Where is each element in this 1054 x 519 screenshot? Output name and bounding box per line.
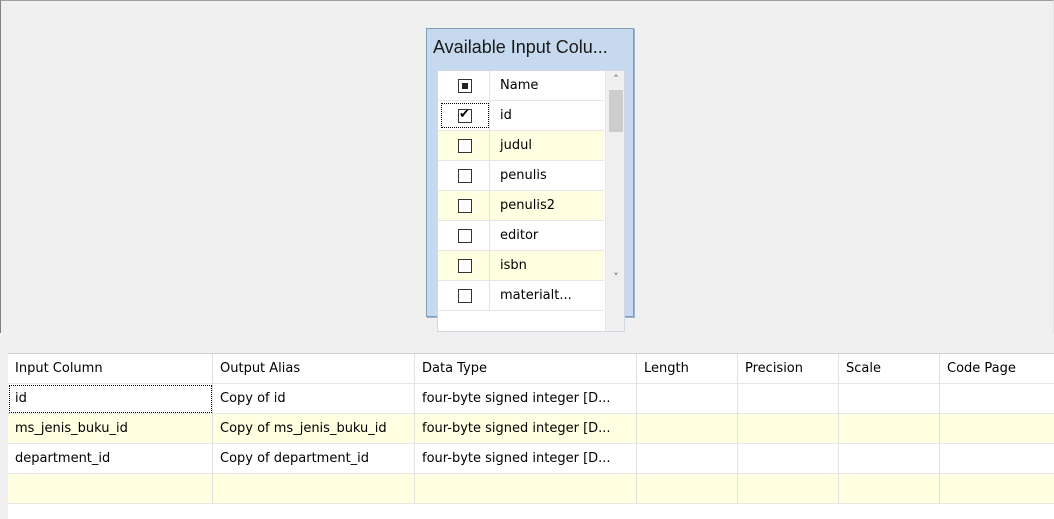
output-alias-cell[interactable]: Copy of department_id — [213, 444, 415, 474]
scrollbar-thumb[interactable] — [609, 90, 623, 132]
column-header-code-page[interactable]: Code Page — [940, 354, 1054, 384]
name-column-header: Name — [500, 78, 539, 93]
column-checkbox[interactable] — [458, 139, 472, 153]
column-header-precision[interactable]: Precision — [738, 354, 839, 384]
output-alias-cell[interactable]: Copy of id — [213, 384, 415, 414]
available-input-columns-panel[interactable]: Available Input Colu... Name id judul pe… — [426, 28, 634, 332]
column-header-scale[interactable]: Scale — [839, 354, 940, 384]
column-checkbox[interactable] — [458, 107, 472, 123]
length-cell[interactable] — [637, 474, 738, 504]
data-type-cell[interactable]: four-byte signed integer [D... — [415, 444, 637, 474]
column-name: editor — [500, 228, 539, 243]
length-cell[interactable] — [637, 444, 738, 474]
length-cell[interactable] — [637, 414, 738, 444]
column-name: isbn — [500, 258, 527, 273]
chevron-down-icon[interactable]: ˅ — [606, 269, 624, 287]
input-column-cell[interactable]: department_id — [8, 444, 213, 474]
scale-cell[interactable] — [839, 474, 940, 504]
table-row[interactable]: ms_jenis_buku_id Copy of ms_jenis_buku_i… — [8, 414, 1054, 444]
code-page-cell[interactable] — [940, 444, 1054, 474]
column-checkbox[interactable] — [458, 199, 472, 213]
column-checkbox[interactable] — [458, 259, 472, 273]
column-header-data-type[interactable]: Data Type — [415, 354, 637, 384]
data-type-cell[interactable]: four-byte signed integer [D... — [415, 384, 637, 414]
available-column-row[interactable]: judul — [438, 131, 604, 161]
precision-cell[interactable] — [738, 474, 839, 504]
code-page-cell[interactable] — [940, 384, 1054, 414]
scale-cell[interactable] — [839, 444, 940, 474]
column-header-length[interactable]: Length — [637, 354, 738, 384]
available-column-row[interactable]: penulis — [438, 161, 604, 191]
column-checkbox[interactable] — [458, 229, 472, 243]
vertical-scrollbar[interactable]: ˄ ˅ — [605, 71, 624, 331]
column-mapping-grid[interactable]: Input Column Output Alias Data Type Leng… — [8, 353, 1054, 519]
available-column-row[interactable]: editor — [438, 221, 604, 251]
column-name: materialt... — [500, 288, 572, 303]
scale-cell[interactable] — [839, 414, 940, 444]
column-name: penulis — [500, 168, 547, 183]
scale-cell[interactable] — [839, 384, 940, 414]
input-column-cell[interactable] — [8, 474, 213, 504]
input-column-cell[interactable]: id — [8, 384, 213, 414]
column-header-output-alias[interactable]: Output Alias — [213, 354, 415, 384]
data-type-cell[interactable] — [415, 474, 637, 504]
available-columns-header: Name — [438, 71, 604, 101]
available-column-row[interactable]: id — [438, 101, 604, 131]
table-row[interactable]: id Copy of id four-byte signed integer [… — [8, 384, 1054, 414]
precision-cell[interactable] — [738, 414, 839, 444]
available-input-columns-title: Available Input Colu... — [433, 37, 608, 57]
column-name: penulis2 — [500, 198, 555, 213]
select-all-checkbox[interactable] — [458, 79, 472, 93]
chevron-up-icon[interactable]: ˄ — [606, 71, 624, 89]
data-type-cell[interactable]: four-byte signed integer [D... — [415, 414, 637, 444]
column-name: judul — [500, 138, 532, 153]
column-checkbox[interactable] — [458, 169, 472, 183]
input-column-cell[interactable]: ms_jenis_buku_id — [8, 414, 213, 444]
available-column-row[interactable]: isbn — [438, 251, 604, 281]
table-row[interactable]: department_id Copy of department_id four… — [8, 444, 1054, 474]
available-column-row[interactable]: materialt... — [438, 281, 604, 311]
available-column-row[interactable]: penulis2 — [438, 191, 604, 221]
column-checkbox[interactable] — [458, 289, 472, 303]
column-header-input-column[interactable]: Input Column — [8, 354, 213, 384]
precision-cell[interactable] — [738, 384, 839, 414]
code-page-cell[interactable] — [940, 414, 1054, 444]
output-alias-cell[interactable] — [213, 474, 415, 504]
column-name: id — [500, 108, 512, 123]
available-columns-list[interactable]: Name id judul penulis penulis2 editor — [437, 70, 625, 332]
precision-cell[interactable] — [738, 444, 839, 474]
grid-header-row: Input Column Output Alias Data Type Leng… — [8, 354, 1054, 384]
output-alias-cell[interactable]: Copy of ms_jenis_buku_id — [213, 414, 415, 444]
code-page-cell[interactable] — [940, 474, 1054, 504]
length-cell[interactable] — [637, 384, 738, 414]
table-row-new[interactable] — [8, 474, 1054, 504]
